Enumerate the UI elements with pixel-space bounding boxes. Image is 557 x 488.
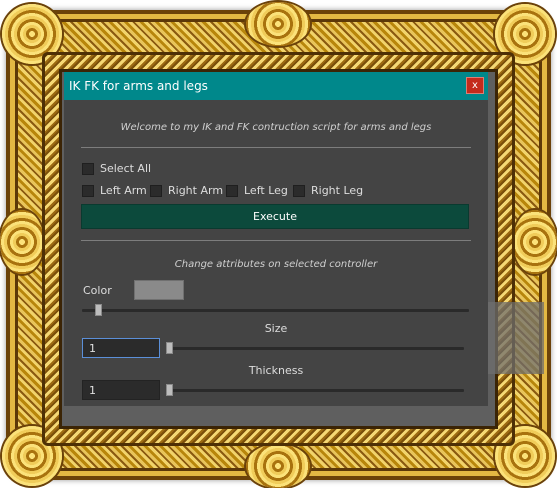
left-leg-checkbox[interactable]: Left Leg — [226, 184, 288, 197]
divider-bottom — [81, 240, 471, 241]
left-arm-label: Left Arm — [100, 184, 147, 197]
thickness-slider-track[interactable] — [168, 389, 464, 392]
window-title: IK FK for arms and legs — [69, 79, 208, 93]
left-leg-label: Left Leg — [244, 184, 288, 197]
size-input[interactable]: 1 — [82, 338, 160, 358]
frame-ornament-left-center — [0, 210, 44, 274]
tool-window: IK FK for arms and legs x Welcome to my … — [64, 72, 488, 406]
attributes-subtitle: Change attributes on selected controller — [174, 259, 378, 270]
size-slider-handle[interactable] — [166, 342, 173, 354]
select-all-label: Select All — [100, 162, 152, 175]
checkbox-box-select-all[interactable] — [82, 162, 94, 175]
title-bar[interactable]: IK FK for arms and legs x — [64, 72, 488, 100]
size-label: Size — [264, 322, 288, 335]
frame-ornament-right-center — [513, 210, 557, 274]
thickness-label: Thickness — [248, 364, 304, 377]
welcome-text: Welcome to my IK and FK contruction scri… — [120, 122, 432, 133]
thickness-input[interactable]: 1 — [82, 380, 160, 400]
color-slider-handle[interactable] — [95, 304, 102, 316]
right-arm-checkbox[interactable]: Right Arm — [150, 184, 223, 197]
right-leg-label: Right Leg — [311, 184, 364, 197]
checkbox-box-right-arm[interactable] — [150, 184, 162, 197]
overlay-strip — [488, 302, 544, 374]
color-swatch[interactable] — [134, 280, 184, 300]
color-label: Color — [83, 284, 112, 297]
color-slider-track[interactable] — [82, 309, 469, 312]
divider-top — [81, 147, 471, 148]
select-all-checkbox[interactable]: Select All — [82, 162, 151, 175]
right-leg-checkbox[interactable]: Right Leg — [293, 184, 363, 197]
right-arm-label: Right Arm — [168, 184, 224, 197]
frame-ornament-top-center — [246, 2, 310, 46]
execute-button[interactable]: Execute — [81, 204, 469, 229]
checkbox-box-left-arm[interactable] — [82, 184, 94, 197]
checkbox-box-right-leg[interactable] — [293, 184, 305, 197]
thickness-slider-handle[interactable] — [166, 384, 173, 396]
left-arm-checkbox[interactable]: Left Arm — [82, 184, 147, 197]
close-button[interactable]: x — [466, 77, 484, 94]
checkbox-box-left-leg[interactable] — [226, 184, 238, 197]
frame-ornament-bottom-center — [246, 444, 310, 488]
size-slider-track[interactable] — [168, 347, 464, 350]
